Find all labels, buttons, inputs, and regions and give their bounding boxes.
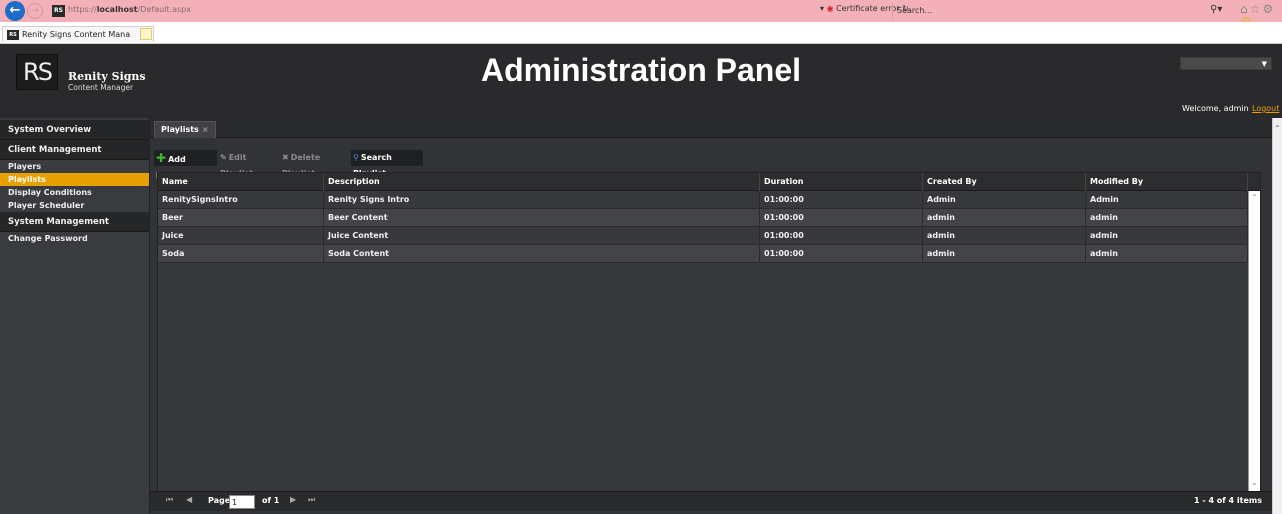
grid-header: Name Description Duration Created By Mod… — [158, 173, 1260, 191]
url-prefix: https:// — [68, 5, 97, 14]
cell-description: Renity Signs Intro — [324, 191, 760, 209]
new-tab-button[interactable] — [140, 28, 152, 40]
search-icon[interactable]: ⚲▾ — [1210, 4, 1222, 15]
cell-name: Beer — [158, 209, 324, 227]
column-header-modified-by[interactable]: Modified By — [1086, 173, 1248, 191]
table-row[interactable]: Beer Beer Content 01:00:00 admin admin — [158, 209, 1248, 227]
logout-link[interactable]: Logout — [1252, 104, 1279, 113]
page-number-input[interactable] — [229, 495, 255, 509]
cell-name: Juice — [158, 227, 324, 245]
tab-playlists-label: Playlists — [161, 125, 199, 134]
cert-error-label: Certificate error — [836, 4, 900, 13]
cell-modified-by: admin — [1086, 209, 1248, 227]
table-row[interactable]: Juice Juice Content 01:00:00 admin admin — [158, 227, 1248, 245]
window-vertical-scrollbar[interactable]: ⌃ — [1272, 118, 1282, 514]
cell-created-by: admin — [923, 227, 1086, 245]
cell-name: Soda — [158, 245, 324, 263]
pager-info: 1 - 4 of 4 items — [1193, 496, 1262, 505]
column-header-description[interactable]: Description — [324, 173, 760, 191]
chevron-up-icon[interactable]: ⌃ — [1251, 193, 1258, 202]
column-header-name[interactable]: Name — [158, 173, 324, 191]
cell-modified-by: admin — [1086, 227, 1248, 245]
page-of-label: of 1 — [262, 496, 280, 505]
cell-modified-by: Admin — [1086, 191, 1248, 209]
url-path: /Default.aspx — [137, 5, 191, 14]
add-playlist-button[interactable]: ✚Add Playlist — [154, 150, 217, 180]
browser-tab-bar: RSRenity Signs Content Mana × — [0, 22, 1282, 44]
pencil-icon: ✎ — [220, 153, 227, 162]
chevron-down-icon[interactable]: ⌄ — [1251, 478, 1258, 487]
edit-playlist-button[interactable]: ✎Edit Playlist — [218, 150, 280, 178]
cell-duration: 01:00:00 — [760, 227, 923, 245]
back-arrow-icon[interactable]: ← — [5, 1, 25, 21]
grid-body: RenitySignsIntro Renity Signs Intro 01:0… — [158, 191, 1248, 467]
welcome-text: Welcome, admin — [1182, 104, 1249, 113]
favorites-star-icon[interactable]: ☆ — [1250, 2, 1263, 16]
site-favicon-icon: RS — [52, 5, 65, 17]
grid-vertical-scrollbar[interactable]: ⌃ ⌄ — [1248, 191, 1260, 491]
grid-pager: ⏮ ◀ Page of 1 ▶ ⏭ 1 - 4 of 4 items — [150, 491, 1272, 511]
forward-arrow-icon[interactable]: → — [27, 3, 43, 19]
browser-address-bar: ← → RS https://localhost/Default.aspx ▾ … — [0, 0, 1282, 30]
sidebar-item-client-management[interactable]: Client Management — [0, 140, 149, 160]
cell-created-by: admin — [923, 209, 1086, 227]
chevron-down-icon: ▼ — [1261, 60, 1267, 68]
settings-gear-icon[interactable]: ⚙ — [1262, 2, 1275, 16]
main-panel: Playlists× ✚Add Playlist ✎Edit Playlist … — [150, 118, 1272, 514]
browser-tab[interactable]: RSRenity Signs Content Mana × — [2, 26, 154, 42]
browser-tab-title: Renity Signs Content Mana — [22, 30, 131, 39]
table-row[interactable]: RenitySignsIntro Renity Signs Intro 01:0… — [158, 191, 1248, 209]
cert-warning-icon: ◉ — [826, 4, 834, 13]
column-header-created-by[interactable]: Created By — [923, 173, 1086, 191]
close-icon[interactable]: × — [202, 125, 209, 134]
browser-search-input[interactable]: Search... — [892, 3, 1142, 19]
chevron-up-icon[interactable]: ⌃ — [1274, 124, 1281, 133]
cell-created-by: admin — [923, 245, 1086, 263]
address-url[interactable]: https://localhost/Default.aspx — [68, 5, 191, 14]
cell-description: Soda Content — [324, 245, 760, 263]
cell-duration: 01:00:00 — [760, 245, 923, 263]
app-header: RS Renity Signs Content Manager Administ… — [0, 44, 1282, 118]
sidebar-item-display-conditions[interactable]: Display Conditions — [0, 186, 149, 199]
page-label: Page — [208, 496, 231, 505]
last-page-icon[interactable]: ⏭ — [308, 495, 315, 505]
url-host: localhost — [96, 5, 138, 14]
delete-x-icon: ✖ — [282, 153, 289, 162]
tab-favicon-icon: RS — [7, 29, 19, 40]
cell-duration: 01:00:00 — [760, 191, 923, 209]
previous-page-icon[interactable]: ◀ — [186, 495, 192, 504]
delete-playlist-button[interactable]: ✖Delete Playlist — [280, 150, 350, 178]
sidebar-nav: System Overview Client Management Player… — [0, 118, 150, 514]
plus-icon: ✚ — [156, 151, 167, 165]
cell-duration: 01:00:00 — [760, 209, 923, 227]
search-icon: ⚲ — [353, 153, 359, 162]
home-icon[interactable]: ⌂ — [1240, 2, 1250, 16]
cell-description: Juice Content — [324, 227, 760, 245]
cell-description: Beer Content — [324, 209, 760, 227]
first-page-icon[interactable]: ⏮ — [166, 495, 173, 505]
sidebar-item-change-password[interactable]: Change Password — [0, 232, 149, 245]
cell-modified-by: admin — [1086, 245, 1248, 263]
sidebar-item-system-overview[interactable]: System Overview — [0, 120, 149, 140]
sidebar-item-player-scheduler[interactable]: Player Scheduler — [0, 199, 149, 212]
page-title: Administration Panel — [480, 52, 802, 88]
tab-playlists[interactable]: Playlists × — [154, 121, 216, 138]
sidebar-item-players[interactable]: Players — [0, 160, 149, 173]
column-header-duration[interactable]: Duration — [760, 173, 923, 191]
table-row[interactable]: Soda Soda Content 01:00:00 admin admin — [158, 245, 1248, 263]
sidebar-item-playlists[interactable]: Playlists — [0, 173, 149, 186]
next-page-icon[interactable]: ▶ — [290, 495, 296, 504]
cell-created-by: Admin — [923, 191, 1086, 209]
sidebar-item-system-management[interactable]: System Management — [0, 212, 149, 232]
search-playlist-button[interactable]: ⚲Search Playlist — [351, 150, 423, 178]
cell-name: RenitySignsIntro — [158, 191, 324, 209]
panel-tab-strip: Playlists × — [150, 118, 1272, 138]
header-dropdown[interactable]: ▼ — [1180, 57, 1272, 70]
playlists-grid: Name Description Duration Created By Mod… — [157, 172, 1261, 498]
